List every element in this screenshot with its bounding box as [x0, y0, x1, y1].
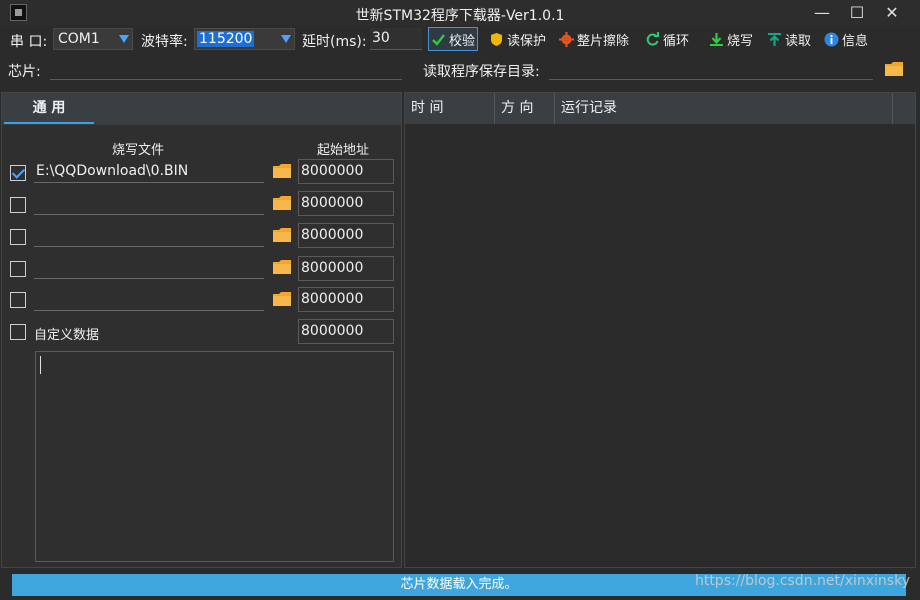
file-path-3[interactable]: [34, 225, 264, 247]
tab-strip: 通 用: [2, 93, 401, 125]
folder-icon[interactable]: [273, 196, 291, 210]
read-protect-button[interactable]: 读保护: [487, 27, 548, 51]
chevron-down-icon: [119, 35, 129, 43]
port-select[interactable]: COM1: [53, 28, 133, 50]
folder-icon[interactable]: [273, 164, 291, 178]
delay-value: 30: [372, 30, 390, 46]
save-dir-field[interactable]: [549, 60, 873, 80]
upload-icon: [767, 32, 782, 47]
column-direction[interactable]: 方 向: [495, 93, 555, 124]
general-panel: 通 用 烧写文件 起始地址 E:\QQDownload\0.BIN 800000…: [1, 92, 402, 568]
info-button[interactable]: 信息: [822, 27, 870, 51]
text-caret: [40, 356, 41, 374]
folder-icon[interactable]: [273, 292, 291, 306]
start-address-5[interactable]: 8000000: [298, 287, 394, 312]
burn-file-header: 烧写文件: [112, 143, 165, 158]
info-icon: [824, 32, 839, 47]
full-erase-button[interactable]: 整片擦除: [557, 27, 631, 51]
port-value: COM1: [58, 31, 100, 47]
file-checkbox-2[interactable]: [10, 197, 26, 213]
minimize-button[interactable]: —: [802, 0, 842, 26]
maximize-button[interactable]: ☐: [837, 0, 877, 26]
read-label: 读取: [785, 33, 812, 49]
file-path-4[interactable]: [34, 257, 264, 279]
folder-icon[interactable]: [273, 260, 291, 274]
file-checkbox-4[interactable]: [10, 261, 26, 277]
baud-select[interactable]: 115200: [194, 28, 295, 50]
full-erase-label: 整片擦除: [577, 33, 630, 49]
column-time[interactable]: 时 间: [405, 93, 495, 124]
title-bar: 世新STM32程序下载器-Ver1.0.1 — ☐ ✕: [0, 0, 920, 26]
start-address-4[interactable]: 8000000: [298, 256, 394, 281]
toolbar: 串 口: COM1 波特率: 115200 延时(ms): 30 校验 读保护 …: [0, 26, 920, 52]
start-address-header: 起始地址: [317, 143, 370, 158]
close-button[interactable]: ✕: [872, 0, 912, 26]
chip-label: 芯片:: [8, 64, 41, 80]
burn-button[interactable]: 烧写: [707, 27, 755, 51]
baud-label: 波特率:: [141, 34, 188, 50]
verify-toggle[interactable]: 校验: [428, 27, 479, 51]
start-address-1[interactable]: 8000000: [298, 159, 394, 184]
start-address-3[interactable]: 8000000: [298, 223, 394, 248]
chip-row: 芯片: 读取程序保存目录:: [0, 54, 920, 88]
port-label: 串 口:: [10, 34, 48, 50]
file-checkbox-1[interactable]: [10, 165, 26, 181]
custom-data-checkbox[interactable]: [10, 324, 26, 340]
gear-icon: [559, 31, 574, 47]
file-path-2[interactable]: [34, 193, 264, 215]
shield-icon: [489, 32, 504, 47]
baud-value: 115200: [197, 31, 255, 47]
checkmark-icon: [431, 32, 446, 47]
window-title: 世新STM32程序下载器-Ver1.0.1: [355, 8, 565, 24]
tab-general[interactable]: 通 用: [4, 93, 94, 124]
delay-input[interactable]: 30: [370, 28, 422, 50]
loop-button[interactable]: 循环: [643, 27, 691, 51]
refresh-icon: [645, 31, 660, 47]
verify-label: 校验: [449, 33, 476, 49]
chip-field[interactable]: [50, 60, 402, 80]
download-icon: [709, 32, 724, 47]
folder-icon[interactable]: [273, 228, 291, 242]
delay-label: 延时(ms):: [302, 34, 367, 50]
burn-label: 烧写: [727, 33, 754, 49]
log-panel: 时 间 方 向 运行记录: [404, 92, 916, 568]
folder-icon[interactable]: [885, 62, 903, 76]
custom-data-label: 自定义数据: [34, 328, 100, 343]
column-run-log[interactable]: 运行记录: [555, 93, 893, 124]
file-path-1[interactable]: E:\QQDownload\0.BIN: [34, 161, 264, 183]
file-checkbox-5[interactable]: [10, 292, 26, 308]
read-button[interactable]: 读取: [765, 27, 813, 51]
info-label: 信息: [842, 33, 869, 49]
log-grid-header: 时 间 方 向 运行记录: [405, 93, 915, 124]
file-path-5[interactable]: [34, 289, 264, 311]
file-checkbox-3[interactable]: [10, 229, 26, 245]
watermark: https://blog.csdn.net/xinxinsky: [694, 573, 910, 589]
read-protect-label: 读保护: [507, 33, 547, 49]
loop-label: 循环: [663, 33, 690, 49]
start-address-2[interactable]: 8000000: [298, 191, 394, 216]
save-dir-label: 读取程序保存目录:: [423, 64, 540, 80]
custom-data-address[interactable]: 8000000: [298, 319, 394, 344]
custom-data-textarea[interactable]: [35, 351, 394, 562]
chevron-down-icon: [281, 35, 291, 43]
